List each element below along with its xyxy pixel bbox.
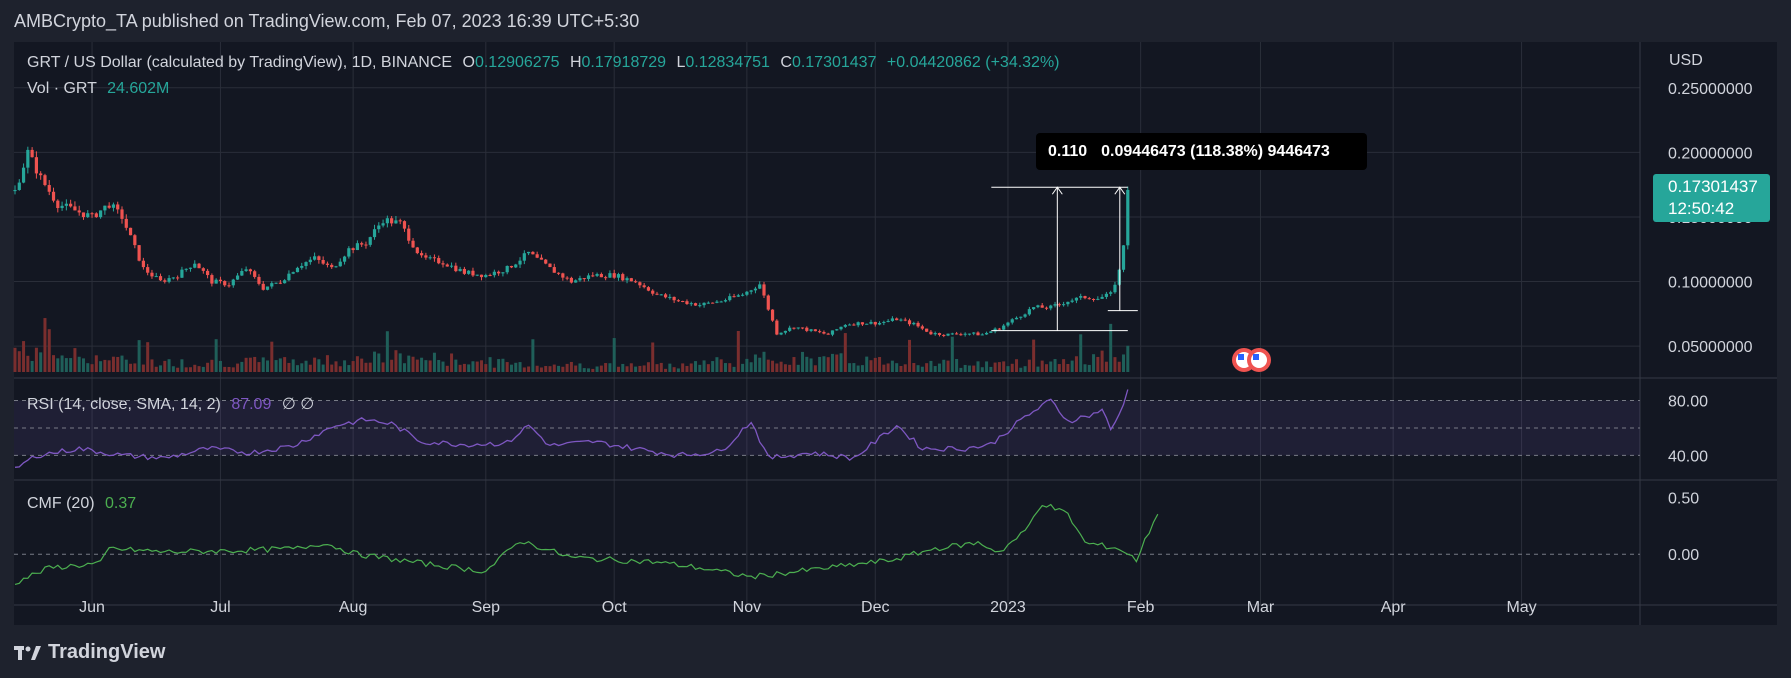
footer-logo[interactable]: TradingView (14, 641, 165, 664)
symbol-title[interactable]: GRT / US Dollar (calculated by TradingVi… (27, 54, 452, 71)
current-price: 0.17301437 (1668, 177, 1758, 196)
high-label: H (569, 54, 582, 71)
measure-change: 0.09446473 (118.38%) 9446473 (1101, 142, 1330, 160)
rsi-label[interactable]: RSI (14, close, SMA, 14, 2) (27, 396, 221, 413)
close-label: C (780, 54, 792, 71)
high-value: 0.17918729 (581, 54, 667, 71)
ohlc-legend: GRT / US Dollar (calculated by TradingVi… (27, 54, 1060, 72)
rsi-legend: RSI (14, close, SMA, 14, 2) 87.09 ∅ ∅ (27, 394, 314, 414)
low-value: 0.12834751 (685, 54, 770, 71)
measure-bars: 0.110 (1048, 142, 1088, 160)
chart-frame[interactable] (14, 42, 1777, 625)
cmf-label[interactable]: CMF (20) (27, 495, 95, 512)
open-value: 0.12906275 (474, 54, 560, 71)
footer-brand: TradingView (48, 641, 166, 663)
change-value: +0.04420862 (+34.32%) (886, 54, 1060, 71)
currency-label: USD (1669, 52, 1703, 69)
volume-legend: Vol · GRT 24.602M (27, 80, 169, 98)
volume-value: 24.602M (107, 80, 170, 97)
volume-label[interactable]: Vol · GRT (27, 80, 97, 97)
rsi-value: 87.09 (231, 396, 272, 413)
current-price-badge: 0.17301437 12:50:42 (1653, 174, 1770, 222)
tradingview-logo-icon (14, 645, 41, 660)
rsi-extra: ∅ ∅ (281, 396, 315, 413)
measure-tooltip: 0.110 0.09446473 (118.38%) 9446473 (1036, 133, 1367, 170)
cmf-value: 0.37 (105, 495, 137, 512)
bar-countdown: 12:50:42 (1668, 199, 1735, 218)
cmf-legend: CMF (20) 0.37 (27, 495, 136, 513)
publisher-caption: AMBCrypto_TA published on TradingView.co… (14, 11, 640, 31)
close-value: 0.17301437 (791, 54, 877, 71)
open-label: O (462, 54, 475, 71)
